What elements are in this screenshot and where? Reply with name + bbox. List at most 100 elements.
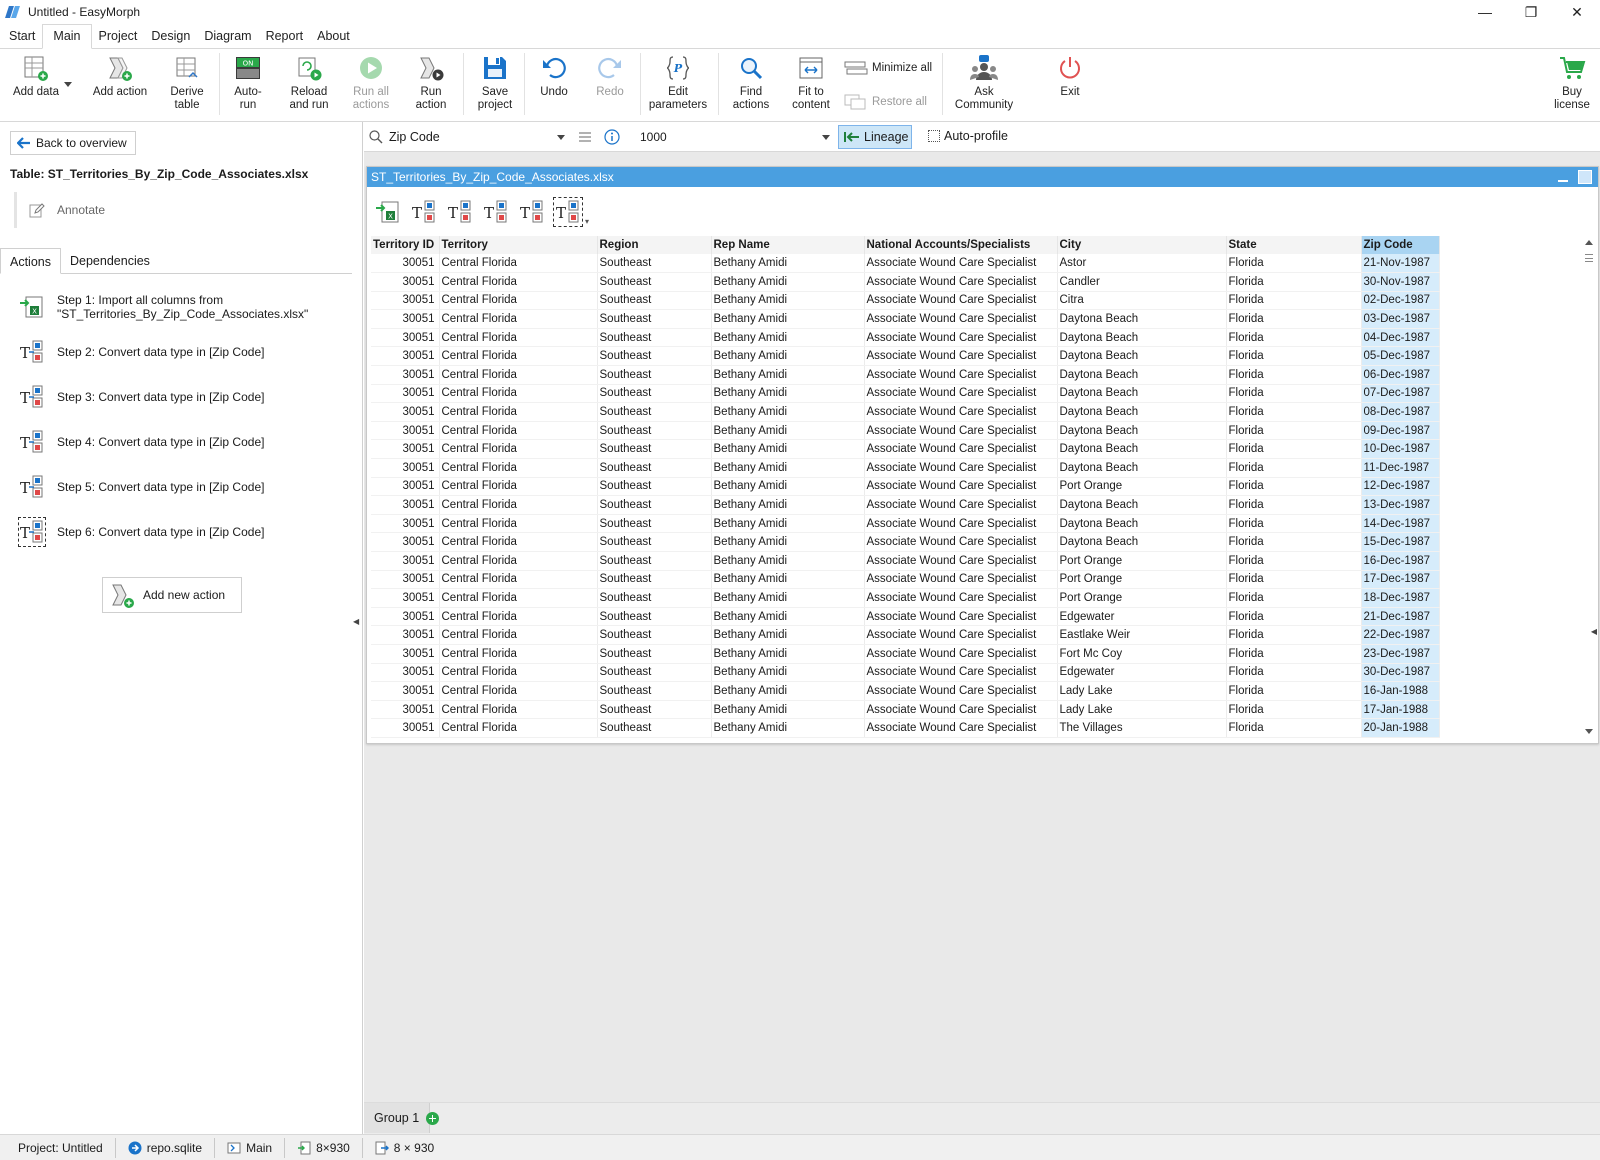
menu-tab-start[interactable]: Start xyxy=(2,25,42,48)
table-row[interactable]: 30051 Central Florida Southeast Bethany Ami… xyxy=(371,588,1440,608)
table-row[interactable]: 30051 Central Florida Southeast Bethany Ami… xyxy=(371,625,1440,645)
table-cell[interactable]: Associate Wound Care Specialist xyxy=(864,384,1058,404)
table-cell[interactable]: Florida xyxy=(1226,570,1362,590)
table-cell[interactable]: Central Florida xyxy=(439,254,598,274)
table-row[interactable]: 30051 Central Florida Southeast Bethany Ami… xyxy=(371,439,1440,460)
table-cell[interactable]: Associate Wound Care Specialist xyxy=(864,346,1058,367)
table-cell[interactable]: Daytona Beach xyxy=(1057,309,1227,329)
table-cell[interactable]: Fort Mc Coy xyxy=(1057,644,1227,664)
auto-profile-checkbox[interactable]: Auto-profile xyxy=(928,129,1008,143)
restore-window-button[interactable]: ❐ xyxy=(1508,0,1554,24)
table-cell[interactable]: 30051 xyxy=(371,700,440,720)
table-cell[interactable]: Southeast xyxy=(597,644,712,664)
table-cell[interactable]: Associate Wound Care Specialist xyxy=(864,644,1058,664)
table-cell[interactable]: 16-Dec-1987 xyxy=(1361,551,1440,571)
table-cell[interactable]: 30-Nov-1987 xyxy=(1361,272,1440,292)
table-cell[interactable]: Central Florida xyxy=(439,439,598,460)
table-cell[interactable]: Southeast xyxy=(597,272,712,292)
table-cell[interactable]: 30051 xyxy=(371,532,440,552)
table-cell[interactable]: Bethany Amidi xyxy=(711,272,865,292)
table-cell[interactable]: Florida xyxy=(1226,718,1362,738)
table-cell[interactable]: Southeast xyxy=(597,625,712,645)
table-cell[interactable]: 03-Dec-1987 xyxy=(1361,309,1440,329)
table-cell[interactable]: Associate Wound Care Specialist xyxy=(864,625,1058,645)
column-search-combobox[interactable]: Zip Code xyxy=(369,126,567,148)
table-cell[interactable]: 30051 xyxy=(371,514,440,534)
table-cell[interactable]: Central Florida xyxy=(439,384,598,404)
table-cell[interactable]: Associate Wound Care Specialist xyxy=(864,700,1058,720)
tab-actions[interactable]: Actions xyxy=(0,248,61,274)
column-header-rep-name[interactable]: Rep Name xyxy=(711,236,865,254)
table-cell[interactable]: Associate Wound Care Specialist xyxy=(864,681,1058,701)
table-cell[interactable]: Central Florida xyxy=(439,402,598,422)
table-cell[interactable]: Central Florida xyxy=(439,458,598,478)
table-cell[interactable]: Southeast xyxy=(597,477,712,497)
add-group-icon[interactable] xyxy=(426,1112,439,1125)
table-cell[interactable]: Associate Wound Care Specialist xyxy=(864,532,1058,552)
convert-type-icon[interactable]: T xyxy=(445,197,475,227)
table-cell[interactable]: 30051 xyxy=(371,309,440,329)
table-cell[interactable]: 30-Dec-1987 xyxy=(1361,663,1440,683)
reload-and-run-button[interactable]: Reload and run xyxy=(284,53,334,117)
table-cell[interactable]: Port Orange xyxy=(1057,551,1227,571)
table-cell[interactable]: Central Florida xyxy=(439,328,598,348)
table-cell[interactable]: Port Orange xyxy=(1057,588,1227,608)
table-cell[interactable]: Associate Wound Care Specialist xyxy=(864,365,1058,385)
menu-tab-about[interactable]: About xyxy=(310,25,357,48)
table-cell[interactable]: Associate Wound Care Specialist xyxy=(864,402,1058,422)
table-cell[interactable]: Florida xyxy=(1226,681,1362,701)
table-cell[interactable]: Associate Wound Care Specialist xyxy=(864,309,1058,329)
table-cell[interactable]: Port Orange xyxy=(1057,477,1227,497)
table-row[interactable]: 30051 Central Florida Southeast Bethany Ami… xyxy=(371,421,1440,441)
table-cell[interactable]: Florida xyxy=(1226,663,1362,683)
column-header-national-accounts[interactable]: National Accounts/Specialists xyxy=(864,236,1058,254)
table-cell[interactable]: Florida xyxy=(1226,607,1362,627)
derive-table-button[interactable]: Derive table xyxy=(164,53,210,117)
annotate-button[interactable]: Annotate xyxy=(14,192,105,228)
table-cell[interactable]: Daytona Beach xyxy=(1057,458,1227,478)
table-cell[interactable]: Bethany Amidi xyxy=(711,439,865,460)
table-cell[interactable]: Florida xyxy=(1226,402,1362,422)
scroll-down-icon[interactable] xyxy=(1585,729,1593,734)
table-row[interactable]: 30051 Central Florida Southeast Bethany Ami… xyxy=(371,718,1440,738)
table-minimize-icon[interactable] xyxy=(1556,170,1570,184)
table-cell[interactable]: Florida xyxy=(1226,495,1362,515)
table-cell[interactable]: 30051 xyxy=(371,328,440,348)
table-cell[interactable]: Associate Wound Care Specialist xyxy=(864,421,1058,441)
table-cell[interactable]: Bethany Amidi xyxy=(711,254,865,274)
menu-tab-diagram[interactable]: Diagram xyxy=(197,25,258,48)
table-cell[interactable]: Central Florida xyxy=(439,663,598,683)
table-cell[interactable]: Daytona Beach xyxy=(1057,495,1227,515)
menu-tab-design[interactable]: Design xyxy=(144,25,197,48)
table-cell[interactable]: Central Florida xyxy=(439,532,598,552)
table-cell[interactable]: Southeast xyxy=(597,588,712,608)
table-cell[interactable]: Central Florida xyxy=(439,700,598,720)
table-cell[interactable]: Astor xyxy=(1057,254,1227,274)
table-cell[interactable]: Central Florida xyxy=(439,607,598,627)
status-repository[interactable]: repo.sqlite xyxy=(116,1137,216,1158)
table-row[interactable]: 30051 Central Florida Southeast Bethany Ami… xyxy=(371,532,1440,552)
table-row[interactable]: 30051 Central Florida Southeast Bethany Ami… xyxy=(371,365,1440,385)
table-cell[interactable]: Bethany Amidi xyxy=(711,514,865,534)
table-cell[interactable]: 30051 xyxy=(371,439,440,460)
buy-license-button[interactable]: Buy license xyxy=(1550,53,1594,117)
table-cell[interactable]: Southeast xyxy=(597,365,712,385)
table-cell[interactable]: 30051 xyxy=(371,551,440,571)
column-header-territory[interactable]: Territory xyxy=(439,236,598,254)
table-cell[interactable]: Bethany Amidi xyxy=(711,365,865,385)
table-cell[interactable]: 17-Jan-1988 xyxy=(1361,700,1440,720)
edit-parameters-button[interactable]: P Edit parameters xyxy=(646,53,710,117)
table-cell[interactable]: Associate Wound Care Specialist xyxy=(864,477,1058,497)
list-icon[interactable] xyxy=(578,130,592,144)
table-cell[interactable]: 04-Dec-1987 xyxy=(1361,328,1440,348)
status-module[interactable]: Main xyxy=(215,1137,286,1158)
table-cell[interactable]: Florida xyxy=(1226,346,1362,367)
table-cell[interactable]: Florida xyxy=(1226,458,1362,478)
table-cell[interactable]: Southeast xyxy=(597,495,712,515)
table-cell[interactable]: Central Florida xyxy=(439,588,598,608)
table-cell[interactable]: 30051 xyxy=(371,365,440,385)
tab-dependencies[interactable]: Dependencies xyxy=(61,248,159,273)
table-cell[interactable]: Southeast xyxy=(597,718,712,738)
step-1[interactable]: X Step 1: Import all columns from "ST_Te… xyxy=(18,292,308,322)
table-cell[interactable]: Associate Wound Care Specialist xyxy=(864,551,1058,571)
